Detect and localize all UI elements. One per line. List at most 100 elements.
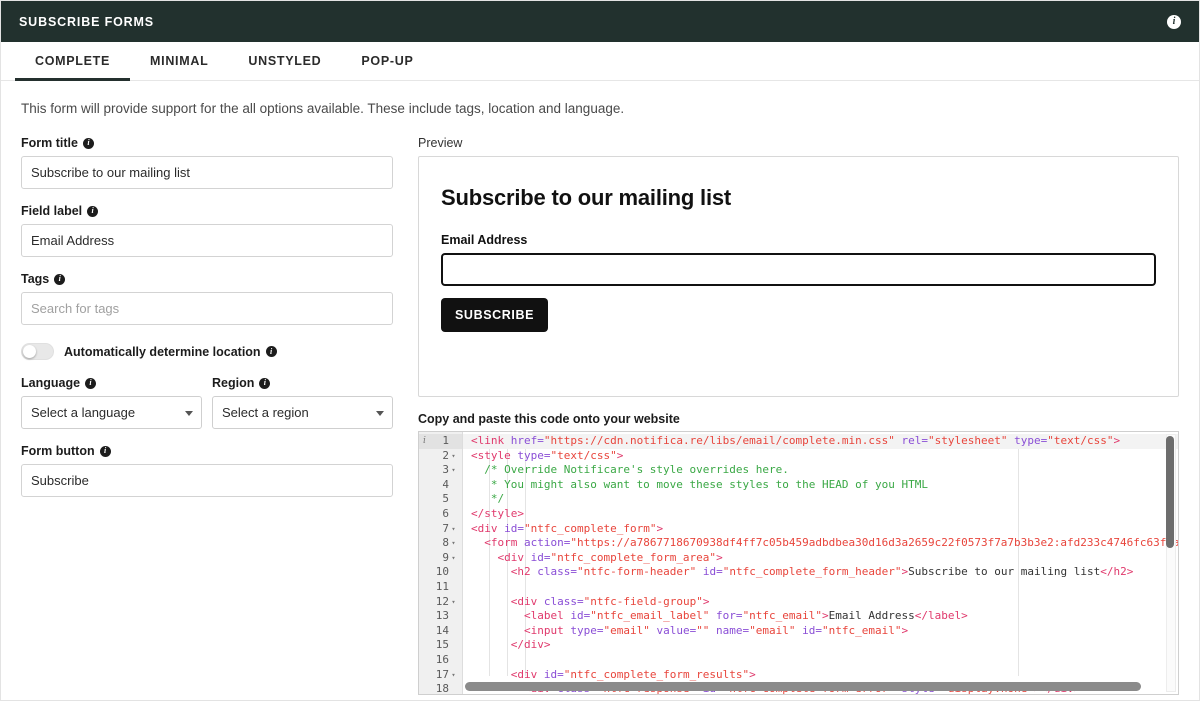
editor-gutter[interactable]: i12▾3▾4567▾8▾9▾101112▾1314151617▾1819202… [419, 432, 463, 694]
code-line[interactable]: <input type="email" value="" name="email… [463, 624, 1178, 639]
gutter-line[interactable]: 6 [419, 507, 462, 522]
code-line[interactable]: <div id="ntfc_complete_form"> [463, 522, 1178, 537]
code-line[interactable]: </style> [463, 507, 1178, 522]
code-token-tag: <input [471, 623, 571, 637]
code-token-str: "ntfc_email_label" [590, 609, 710, 623]
code-line[interactable] [463, 653, 1178, 668]
code-line[interactable]: <style type="text/css"> [463, 449, 1178, 464]
tags-input[interactable] [21, 292, 393, 325]
language-select[interactable]: Select a language [21, 396, 202, 429]
region-select[interactable]: Select a region [212, 396, 393, 429]
code-token-cmt: * You might also want to move these styl… [471, 477, 928, 491]
form-title-label: Form title i [21, 136, 393, 150]
tab-pop-up[interactable]: POP-UP [341, 42, 433, 80]
line-number: 18 [435, 682, 449, 695]
scrollbar-thumb[interactable] [465, 682, 1142, 691]
line-number: 11 [435, 579, 449, 593]
fold-arrow-icon[interactable]: ▾ [449, 536, 458, 551]
info-icon[interactable]: i [85, 377, 97, 389]
preview-email-input[interactable] [441, 253, 1156, 286]
fold-arrow-icon[interactable]: ▾ [449, 551, 458, 566]
tab-complete[interactable]: COMPLETE [15, 42, 131, 81]
auto-location-toggle[interactable] [21, 343, 54, 360]
code-token-attr: class= [543, 594, 584, 608]
code-line[interactable]: <link href="https://cdn.notifica.re/libs… [463, 434, 1178, 449]
language-field: Language i Select a language [21, 376, 202, 429]
tabbar: COMPLETE MINIMAL UNSTYLED POP-UP [1, 42, 1199, 81]
preview-subscribe-button[interactable]: SUBSCRIBE [441, 298, 549, 332]
tags-label: Tags i [21, 272, 393, 286]
code-token-tag: <form [471, 536, 524, 550]
fold-arrow-icon[interactable]: ▾ [449, 595, 458, 610]
gutter-line[interactable]: 11 [419, 580, 462, 595]
code-token-tag: <label [471, 609, 571, 623]
code-line[interactable]: <div id="ntfc_complete_form_area"> [463, 551, 1178, 566]
gutter-line[interactable]: 14 [419, 624, 462, 639]
code-token-str: "ntfc_complete_form_results" [563, 667, 750, 681]
gutter-line[interactable]: 4 [419, 478, 462, 493]
code-line[interactable]: */ [463, 492, 1178, 507]
form-title-input[interactable] [21, 156, 393, 189]
gutter-line[interactable]: 7 ▾ [419, 522, 462, 537]
gutter-line[interactable]: 10 [419, 565, 462, 580]
fold-arrow-icon[interactable]: ▾ [449, 463, 458, 478]
code-editor[interactable]: i12▾3▾4567▾8▾9▾101112▾1314151617▾1819202… [418, 431, 1179, 695]
tab-unstyled[interactable]: UNSTYLED [228, 42, 341, 80]
gutter-line[interactable]: i1 [419, 434, 462, 449]
field-label-input[interactable] [21, 224, 393, 257]
code-line[interactable]: </div> [463, 638, 1178, 653]
line-number: 14 [435, 623, 449, 637]
code-token-attr: for= [709, 609, 743, 623]
gutter-line[interactable]: 5 [419, 492, 462, 507]
preview-label: Preview [418, 136, 463, 150]
editor-horizontal-scrollbar[interactable] [465, 682, 1162, 691]
info-marker-icon[interactable]: i [423, 434, 426, 449]
form-button-input[interactable] [21, 464, 393, 497]
info-icon[interactable]: i [265, 346, 277, 357]
code-token-tag: <div [471, 521, 505, 535]
gutter-line[interactable]: 2 ▾ [419, 449, 462, 464]
info-icon[interactable]: i [259, 377, 271, 389]
info-icon[interactable]: i [87, 205, 99, 217]
info-icon[interactable]: i [54, 273, 66, 285]
code-line[interactable]: <h2 class="ntfc-form-header" id="ntfc_co… [463, 565, 1178, 580]
tags-field: Tags i [21, 272, 393, 325]
code-line[interactable]: <form action="https://a7867718670938df4f… [463, 536, 1178, 551]
fold-arrow-icon[interactable]: ▾ [449, 668, 458, 683]
scrollbar-thumb[interactable] [1166, 436, 1174, 548]
gutter-line[interactable]: 8 ▾ [419, 536, 462, 551]
code-token-attr: rel= [894, 434, 928, 447]
code-line[interactable]: /* Override Notificare's style overrides… [463, 463, 1178, 478]
code-token-tag: </h2> [1100, 565, 1134, 579]
info-icon[interactable]: i [1167, 14, 1181, 29]
fold-arrow-icon[interactable]: ▾ [449, 449, 458, 464]
info-icon[interactable]: i [99, 445, 111, 457]
line-number: 5 [442, 492, 449, 506]
editor-vertical-scrollbar[interactable] [1166, 434, 1176, 692]
gutter-line[interactable]: 3 ▾ [419, 463, 462, 478]
gutter-line[interactable]: 12 ▾ [419, 595, 462, 610]
code-token-attr: action= [523, 536, 571, 550]
gutter-line[interactable]: 15 [419, 638, 462, 653]
code-line[interactable] [463, 580, 1178, 595]
code-line[interactable]: <div id="ntfc_complete_form_results"> [463, 668, 1178, 683]
field-label-label-text: Field label [21, 204, 83, 218]
gutter-line[interactable]: 17 ▾ [419, 668, 462, 683]
info-icon[interactable]: i [82, 137, 94, 149]
code-line[interactable]: * You might also want to move these styl… [463, 478, 1178, 493]
preview-title: Subscribe to our mailing list [441, 185, 732, 210]
line-number: 12 [435, 594, 449, 608]
code-token-str: "ntfc_complete_form_area" [550, 550, 717, 564]
code-line[interactable]: <label id="ntfc_email_label" for="ntfc_e… [463, 609, 1178, 624]
tab-minimal[interactable]: MINIMAL [130, 42, 228, 80]
gutter-line[interactable]: 13 [419, 609, 462, 624]
editor-code-area[interactable]: <link href="https://cdn.notifica.re/libs… [463, 432, 1178, 694]
gutter-line[interactable]: 9 ▾ [419, 551, 462, 566]
gutter-line[interactable]: 16 [419, 653, 462, 668]
line-number: 7 [442, 521, 449, 535]
code-token-attr: class= [537, 565, 577, 579]
gutter-line[interactable]: 18 [419, 682, 462, 695]
code-line[interactable]: <div class="ntfc-field-group"> [463, 595, 1178, 610]
fold-arrow-icon[interactable]: ▾ [449, 522, 458, 537]
code-token-tag: > [901, 623, 909, 637]
